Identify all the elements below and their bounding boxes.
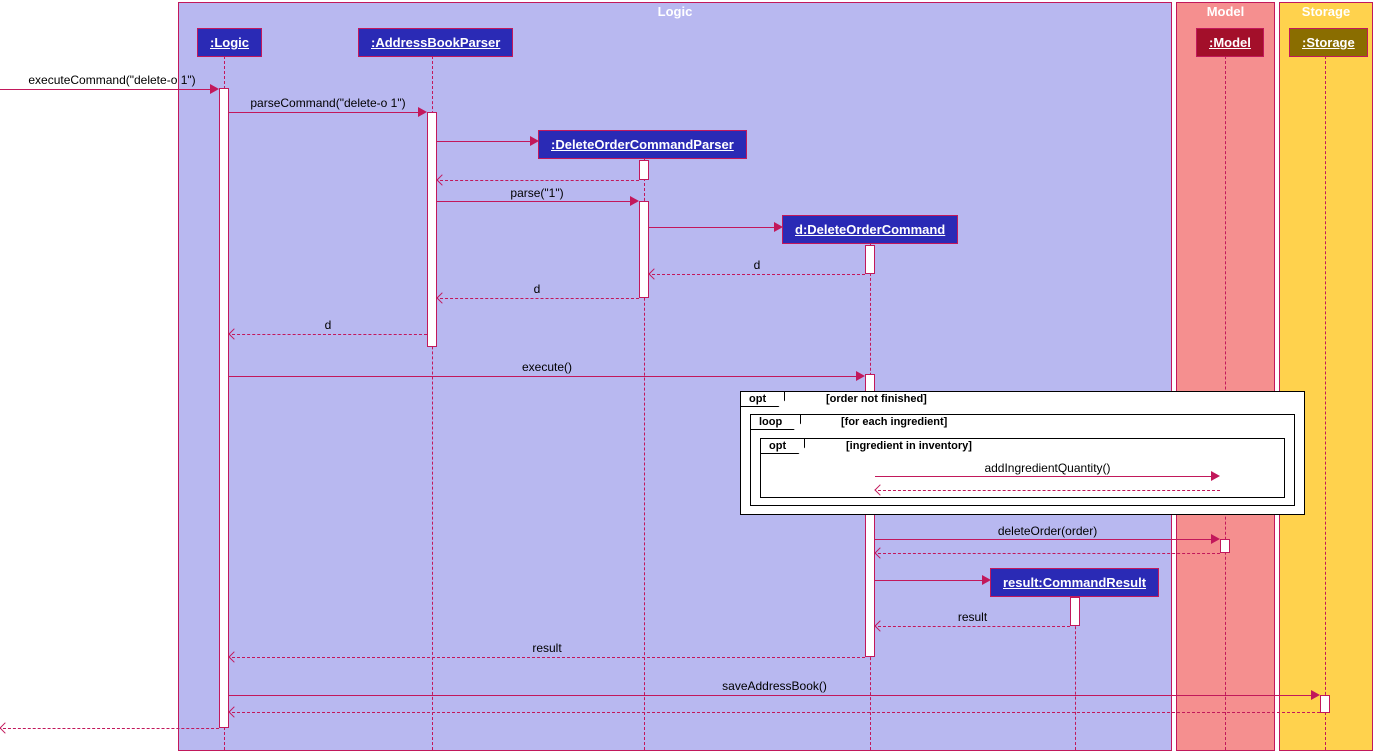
arrowhead-execute: [856, 371, 865, 381]
arrowhead-deleteorder: [1211, 534, 1220, 544]
arrow-create-doc: [649, 227, 780, 228]
opt-guard: [order not finished]: [826, 393, 927, 405]
deleteordercommand-head: d:DeleteOrderCommand: [782, 215, 958, 244]
arrow-deleteorder: [875, 539, 1217, 540]
arrowhead-create-cr: [982, 575, 991, 585]
arrow-d2: [440, 298, 639, 299]
arrow-parsecommand: [229, 112, 424, 113]
msg-result1: result: [875, 610, 1070, 624]
arrow-create-cr: [875, 580, 988, 581]
arrowhead-create-doc: [774, 222, 783, 232]
arrowhead-create-docp: [530, 136, 539, 146]
addressbookparser-head: :AddressBookParser: [358, 28, 513, 57]
arrow-saveaddressbook: [229, 695, 1317, 696]
cr-activation: [1070, 597, 1080, 626]
arrow-result2: [232, 657, 865, 658]
storage-region-title: Storage: [1302, 2, 1350, 21]
arrow-parse: [437, 201, 636, 202]
msg-executecommand: executeCommand("delete-o 1"): [7, 73, 217, 87]
model-region-title: Model: [1207, 2, 1245, 21]
logic-region-title: Logic: [658, 2, 693, 21]
msg-d1: d: [649, 258, 865, 272]
msg-parse: parse("1"): [437, 186, 637, 200]
abp-activation: [427, 112, 437, 347]
storage-activation: [1320, 695, 1330, 713]
msg-result2: result: [229, 641, 865, 655]
commandresult-head: result:CommandResult: [990, 568, 1159, 597]
arrow-executecommand: [0, 89, 215, 90]
docp-activation-2: [639, 201, 649, 298]
msg-d2: d: [437, 282, 637, 296]
model-activation-2: [1220, 539, 1230, 553]
docp-activation-1: [639, 160, 649, 180]
msg-deleteorder: deleteOrder(order): [875, 524, 1220, 538]
arrowhead-final-return: [0, 722, 11, 733]
arrow-result1: [878, 626, 1070, 627]
deleteordercommandparser-head: :DeleteOrderCommandParser: [538, 130, 747, 159]
opt2-label: opt: [761, 439, 805, 454]
arrow-addingredient-return: [878, 490, 1220, 491]
arrow-final-return: [3, 728, 219, 729]
arrow-d3: [232, 334, 427, 335]
msg-saveaddressbook: saveAddressBook(): [229, 679, 1320, 693]
arrowhead-addingredient: [1211, 471, 1220, 481]
loop-label: loop: [751, 415, 801, 430]
arrowhead-parse: [630, 196, 639, 206]
arrow-saveaddressbook-return: [232, 712, 1320, 713]
arrowhead-executecommand: [210, 84, 219, 94]
msg-d3: d: [229, 318, 427, 332]
arrow-addingredient: [875, 476, 1217, 477]
arrow-create-docp-return: [440, 180, 639, 181]
msg-parsecommand: parseCommand("delete-o 1"): [229, 96, 427, 110]
arrow-d1: [652, 274, 865, 275]
msg-execute: execute(): [229, 360, 865, 374]
storage-head: :Storage: [1289, 28, 1368, 57]
model-head: :Model: [1196, 28, 1264, 57]
opt-label: opt: [741, 392, 785, 407]
loop-guard: [for each ingredient]: [841, 416, 947, 428]
storage-lifeline: [1325, 56, 1326, 750]
arrow-create-docp: [437, 141, 536, 142]
opt2-guard: [ingredient in inventory]: [846, 440, 972, 452]
storage-region: Storage: [1279, 2, 1373, 751]
arrow-deleteorder-return: [878, 553, 1220, 554]
doc-activation-1: [865, 245, 875, 274]
logic-head: :Logic: [197, 28, 262, 57]
arrowhead-saveaddressbook: [1311, 690, 1320, 700]
msg-addingredient: addIngredientQuantity(): [875, 461, 1220, 475]
arrowhead-parsecommand: [418, 107, 427, 117]
logic-activation: [219, 88, 229, 728]
arrow-execute: [229, 376, 862, 377]
